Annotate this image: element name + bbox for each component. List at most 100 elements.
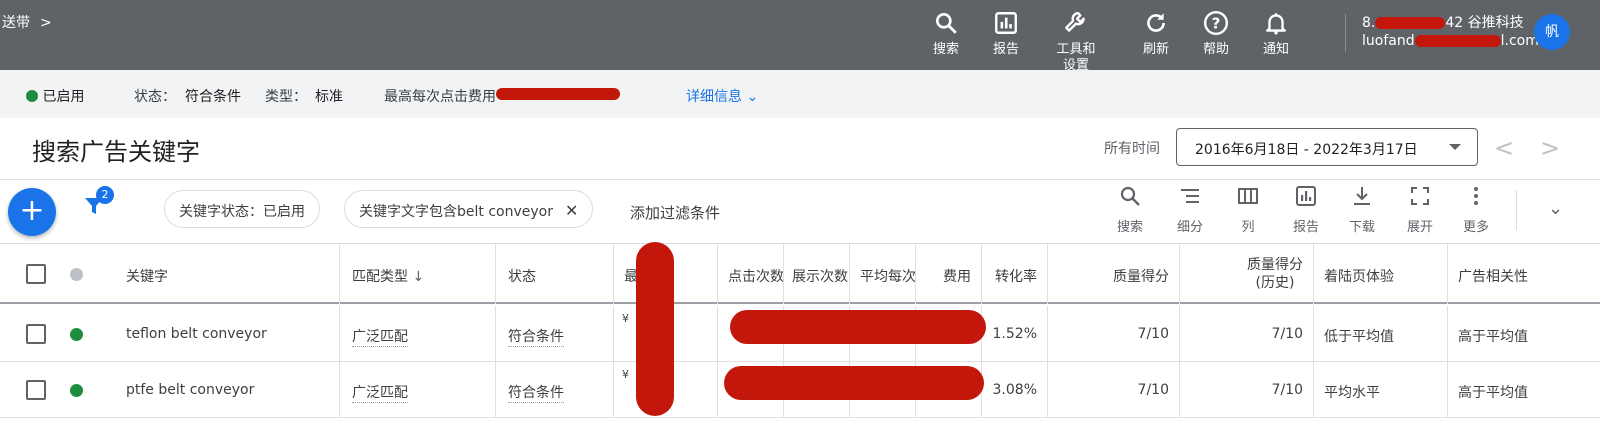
redaction-mark — [724, 366, 984, 400]
type-value: 标准 — [315, 89, 343, 105]
help-button[interactable]: ? 帮助 — [1184, 10, 1248, 58]
more-button[interactable]: 更多 — [1448, 184, 1504, 235]
header-label: 匹配类型 ↓ — [352, 266, 424, 286]
toolbar-divider — [1516, 190, 1517, 230]
columns-icon — [1238, 188, 1258, 204]
breadcrumb[interactable]: 送带 > — [2, 12, 52, 32]
expand-button[interactable]: 展开 — [1392, 184, 1448, 235]
date-range-picker[interactable]: 2016年6月18日 - 2022年3月17日 — [1176, 128, 1478, 166]
columns-label: 列 — [1241, 220, 1255, 235]
keyword-cell[interactable]: teflon belt conveyor — [0, 306, 340, 362]
column-header-landing-page[interactable]: 着陆页体验 — [1314, 244, 1448, 304]
status-cell: 符合条件 — [496, 362, 614, 418]
status-value: 符合条件 — [185, 89, 241, 105]
quality-score-history-text: 7/10 — [1271, 326, 1303, 342]
ad-relevance-text: 高于平均值 — [1458, 329, 1528, 345]
date-range-value: 2016年6月18日 - 2022年3月17日 — [1195, 142, 1418, 158]
download-label: 下载 — [1348, 220, 1375, 235]
download-button[interactable]: 下载 — [1334, 184, 1390, 235]
reports-button[interactable]: 报告 — [974, 10, 1038, 58]
column-header-impressions[interactable]: 展示次数 — [784, 244, 850, 304]
next-period-button[interactable]: > — [1540, 134, 1560, 162]
enabled-label: 已启用 — [42, 89, 85, 105]
keyword-cell[interactable]: ptfe belt conveyor — [0, 362, 340, 418]
header-label: 点击次数 — [728, 269, 784, 285]
add-keyword-button[interactable]: + — [8, 188, 56, 236]
expand-label: 展开 — [1406, 220, 1433, 235]
status-cell: 符合条件 — [496, 306, 614, 362]
column-header-match-type[interactable]: 匹配类型 ↓ — [340, 244, 496, 304]
column-header-avg-cpc[interactable]: 平均每次 — [850, 244, 916, 304]
tools-settings-button[interactable]: 工具和 设置 — [1040, 10, 1112, 74]
conv-rate-cell: 1.52% — [982, 306, 1048, 362]
table-reports-label: 报告 — [1292, 220, 1319, 235]
quality-score-history-cell: 7/10 — [1180, 362, 1314, 418]
header-line2: (历史) — [1255, 275, 1295, 291]
conv-rate-text: 1.52% — [992, 326, 1037, 342]
refresh-button[interactable]: 刷新 — [1124, 10, 1188, 58]
chevron-left-icon: < — [1494, 134, 1515, 162]
close-icon[interactable]: ✕ — [565, 201, 578, 220]
reports-label: 报告 — [992, 42, 1019, 57]
column-header-cost[interactable]: 费用 — [916, 244, 982, 304]
status-text: 符合条件 — [508, 382, 564, 403]
date-preset-label: 所有时间 — [1104, 141, 1160, 157]
top-app-bar: 送带 > 搜索 报告 工具和 设置 刷新 ? 帮助 通知 8. 42 谷推科技 luo… — [0, 0, 1600, 73]
search-icon — [936, 13, 957, 34]
quality-score-text: 7/10 — [1137, 382, 1169, 398]
filter-chip-keyword-status[interactable]: 关键字状态：已启用 — [164, 190, 320, 228]
filter-chip-keyword-text[interactable]: 关键字文字包含belt conveyor ✕ — [344, 190, 594, 228]
search-button[interactable]: 搜索 — [914, 10, 978, 58]
help-label: 帮助 — [1202, 42, 1229, 57]
column-header-quality-score[interactable]: 质量得分 — [1048, 244, 1180, 304]
currency-symbol: ¥ — [622, 368, 629, 381]
more-vert-icon — [1474, 187, 1478, 205]
columns-button[interactable]: 列 — [1220, 184, 1276, 235]
page-title: 搜索广告关键字 — [32, 138, 200, 166]
previous-period-button[interactable]: < — [1494, 134, 1514, 162]
column-header-quality-score-history[interactable]: 质量得分 (历史) — [1180, 244, 1314, 304]
table-search-label: 搜索 — [1116, 220, 1143, 235]
landing-page-text: 平均水平 — [1324, 385, 1380, 401]
account-info[interactable]: 8. 42 谷推科技 luofand l.com — [1362, 14, 1539, 50]
currency-symbol: ¥ — [622, 312, 629, 325]
column-header-status[interactable]: 状态 — [496, 244, 614, 304]
avatar[interactable]: 帆 — [1534, 14, 1570, 50]
refresh-label: 刷新 — [1142, 42, 1169, 57]
details-link[interactable]: 详细信息 ⌄ — [686, 86, 758, 106]
landing-page-cell: 低于平均值 — [1314, 306, 1448, 362]
column-header-clicks[interactable]: 点击次数 — [718, 244, 784, 304]
details-label: 详细信息 — [686, 89, 742, 105]
search-icon — [1120, 186, 1140, 206]
segment-icon — [1181, 189, 1199, 203]
redaction-mark — [496, 88, 620, 100]
segment-button[interactable]: 细分 — [1162, 184, 1218, 235]
max-cpc-label: 最高每次点击费用 — [384, 89, 496, 105]
status-text: 符合条件 — [508, 326, 564, 347]
add-filter-button[interactable]: 添加过滤条件 — [630, 202, 720, 223]
redaction-mark — [1414, 35, 1501, 47]
notifications-label: 通知 — [1262, 42, 1289, 57]
filter-toolbar: + 2 关键字状态：已启用 关键字文字包含belt conveyor ✕ 添加过滤… — [0, 180, 1600, 244]
table-reports-button[interactable]: 报告 — [1278, 184, 1334, 235]
bar-chart-icon — [995, 12, 1017, 34]
header-label: 关键字 — [126, 269, 168, 285]
table-search-button[interactable]: 搜索 — [1102, 184, 1158, 235]
header-label: 质量得分 (历史) — [1247, 256, 1303, 292]
collapse-button[interactable]: ⌄ — [1548, 198, 1563, 219]
column-header-conv-rate[interactable]: 转化率 — [982, 244, 1048, 304]
account-id-row: 8. 42 谷推科技 — [1362, 14, 1539, 32]
notifications-button[interactable]: 通知 — [1244, 10, 1308, 58]
column-header-keyword[interactable]: 关键字 — [0, 244, 340, 304]
keyword-text: teflon belt conveyor — [126, 326, 267, 342]
quality-score-history-cell: 7/10 — [1180, 306, 1314, 362]
header-label: 质量得分 — [1113, 269, 1169, 285]
more-label: 更多 — [1462, 220, 1489, 235]
ad-relevance-cell: 高于平均值 — [1448, 306, 1600, 362]
landing-page-text: 低于平均值 — [1324, 329, 1394, 345]
column-header-ad-relevance[interactable]: 广告相关性 — [1448, 244, 1600, 304]
header-label: 状态 — [508, 269, 536, 285]
account-id-prefix: 8. — [1362, 15, 1376, 31]
account-id-suffix: 42 谷推科技 — [1445, 15, 1524, 31]
header-line1: 质量得分 — [1247, 257, 1303, 273]
